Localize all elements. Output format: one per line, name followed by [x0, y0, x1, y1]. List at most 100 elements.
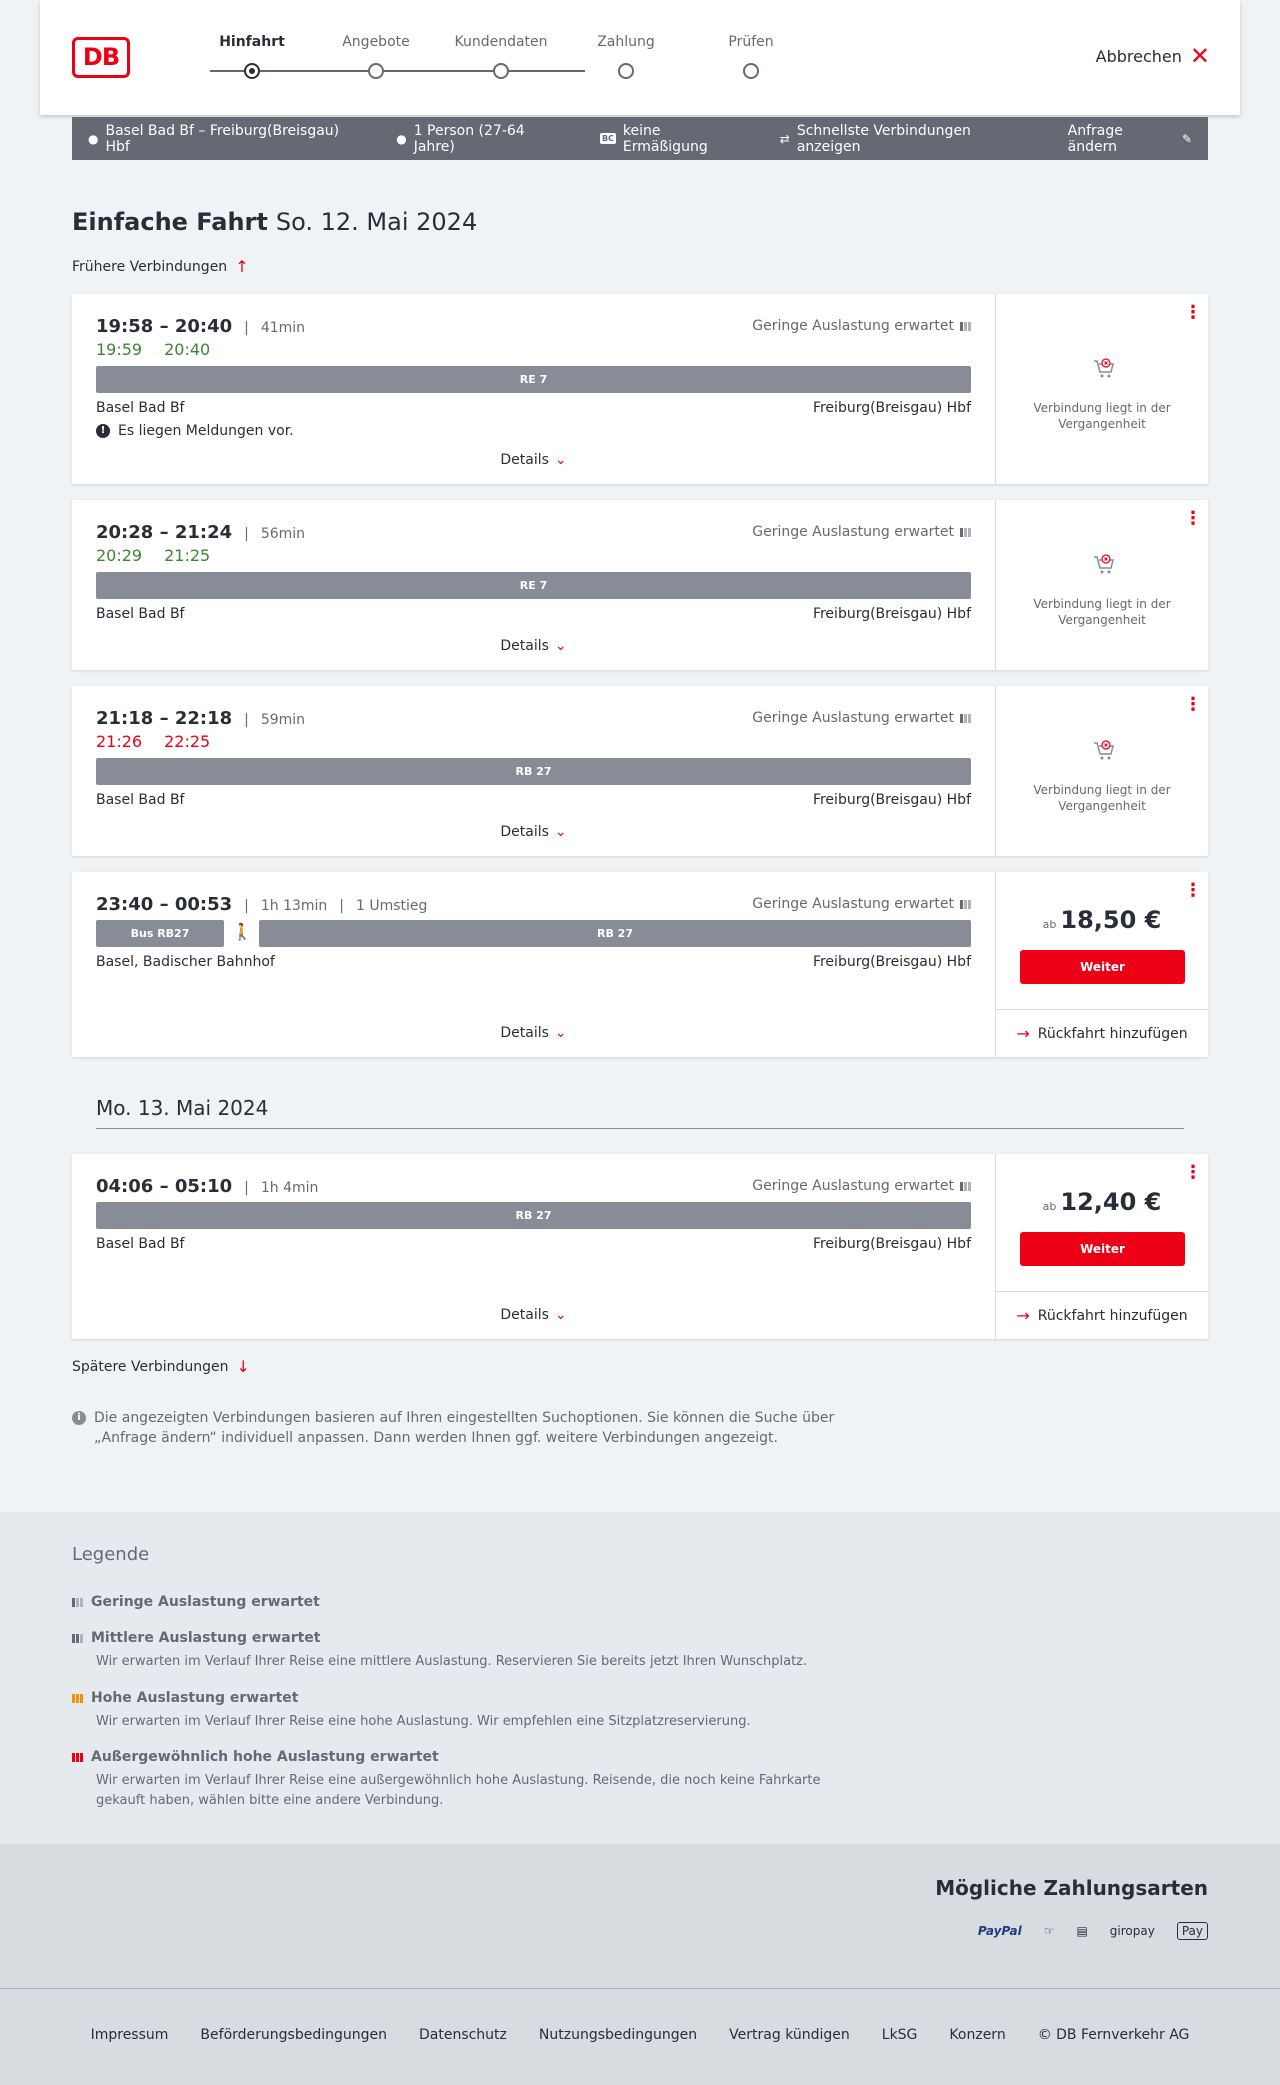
- payment-methods-title: Mögliche Zahlungsarten: [935, 1876, 1208, 1900]
- connection-card[interactable]: 19:58 – 20:40 | 41min 19:59 20:40 Gering…: [72, 294, 1208, 484]
- details-toggle[interactable]: Details ⌄: [72, 452, 995, 468]
- duration: 56min: [260, 526, 306, 542]
- later-connections-link[interactable]: Spätere Verbindungen ↓: [72, 1357, 250, 1376]
- legend-section: Legende Geringe Auslastung erwartet Mitt…: [0, 1512, 1280, 1844]
- continue-button[interactable]: Weiter: [1020, 950, 1185, 984]
- occupancy-text: Geringe Auslastung erwartet: [752, 1178, 954, 1194]
- bus-segment-bar[interactable]: Bus RB27: [96, 920, 224, 947]
- details-label: Details: [500, 638, 549, 654]
- past-connection-text: Verbindung liegt in der Vergangenheit: [1033, 401, 1171, 431]
- legend-item-title: Geringe Auslastung erwartet: [91, 1594, 320, 1610]
- realtime-arrival: 20:40: [164, 340, 211, 359]
- step-angebote: Angebote: [311, 34, 441, 79]
- paypal-icon: PayPal: [977, 1924, 1022, 1938]
- realtime-departure: 19:59: [96, 340, 143, 359]
- more-options-icon[interactable]: ⋮: [1184, 1164, 1202, 1182]
- occupancy-low-icon: [960, 321, 971, 331]
- occupancy-text: Geringe Auslastung erwartet: [752, 896, 954, 912]
- occupancy-low-icon: [960, 899, 971, 909]
- step-kundendaten: Kundendaten: [436, 34, 566, 79]
- transfers: 1 Umstieg: [356, 898, 428, 914]
- legend-item-title: Mittlere Auslastung erwartet: [91, 1630, 321, 1646]
- copyright: © DB Fernverkehr AG: [1037, 2027, 1190, 2043]
- payment-methods-section: Mögliche Zahlungsarten PayPal ☞ ▤ giropa…: [0, 1844, 1280, 1988]
- destination-station: Freiburg(Breisgau) Hbf: [812, 606, 971, 622]
- more-options-icon[interactable]: ⋮: [1184, 510, 1202, 528]
- connection-card[interactable]: 21:18 – 22:18 | 59min 21:26 22:25 Gering…: [72, 686, 1208, 856]
- planned-times: 23:40 – 00:53: [96, 894, 233, 915]
- origin-station: Basel Bad Bf: [96, 400, 185, 416]
- train-segment-bar[interactable]: RB 27: [96, 758, 971, 785]
- price: ab 18,50 €: [996, 906, 1208, 934]
- connection-card[interactable]: 23:40 – 00:53 | 1h 13min | 1 Umstieg Ger…: [72, 872, 1208, 1057]
- progress-steps: Hinfahrt Angebote Kundendaten Zahlung Pr…: [170, 0, 774, 115]
- step-zahlung: Zahlung: [561, 34, 691, 79]
- add-return-trip-button[interactable]: → Rückfahrt hinzufügen: [996, 1291, 1208, 1339]
- connection-times: 19:58 – 20:40 | 41min: [96, 316, 306, 337]
- connection-times: 20:28 – 21:24 | 56min: [96, 522, 306, 543]
- notice-text: Es liegen Meldungen vor.: [118, 423, 294, 439]
- origin-station: Basel Bad Bf: [96, 606, 185, 622]
- step-label: Kundendaten: [454, 34, 548, 50]
- occupancy-indicator: Geringe Auslastung erwartet: [752, 896, 971, 912]
- more-options-icon[interactable]: ⋮: [1184, 882, 1202, 900]
- chevron-down-icon: ⌄: [554, 1307, 567, 1323]
- legend-item: Mittlere Auslastung erwartet Wir erwarte…: [72, 1630, 872, 1672]
- occupancy-medium-icon: [72, 1633, 83, 1643]
- more-options-icon[interactable]: ⋮: [1184, 696, 1202, 714]
- footer-link-nutzungsbedingungen[interactable]: Nutzungsbedingungen: [539, 2027, 697, 2043]
- search-info-note: i Die angezeigten Verbindungen basieren …: [72, 1408, 852, 1448]
- search-summary-bar: ● Basel Bad Bf – Freiburg(Breisgau) Hbf …: [72, 117, 1208, 160]
- step-dot: [743, 63, 759, 79]
- more-options-icon[interactable]: ⋮: [1184, 304, 1202, 322]
- footer-link-befoerderungsbedingungen[interactable]: Beförderungsbedingungen: [200, 2027, 387, 2043]
- past-connection-text: Verbindung liegt in der Vergangenheit: [1033, 597, 1171, 627]
- route-summary: ● Basel Bad Bf – Freiburg(Breisgau) Hbf: [88, 123, 364, 155]
- route-text: Basel Bad Bf – Freiburg(Breisgau) Hbf: [105, 122, 340, 155]
- footer-link-datenschutz[interactable]: Datenschutz: [419, 2027, 507, 2043]
- occupancy-text: Geringe Auslastung erwartet: [752, 524, 954, 540]
- discount-text: keine Ermäßigung: [622, 122, 708, 155]
- train-segment-bar[interactable]: RB 27: [259, 920, 971, 947]
- origin-station: Basel Bad Bf: [96, 1236, 185, 1252]
- footer-link-vertrag-kuendigen[interactable]: Vertrag kündigen: [729, 2027, 850, 2043]
- step-label: Prüfen: [728, 34, 774, 50]
- train-segment-bar[interactable]: RB 27: [96, 1202, 971, 1229]
- details-toggle[interactable]: Details ⌄: [72, 824, 995, 840]
- cancel-button[interactable]: Abbrechen ✕: [1096, 42, 1210, 70]
- past-connection-text: Verbindung liegt in der Vergangenheit: [1033, 783, 1171, 813]
- legend-item-desc: Wir erwarten im Verlauf Ihrer Reise eine…: [96, 1773, 821, 1808]
- duration: 1h 4min: [260, 1180, 319, 1196]
- discount-summary: BC keine Ermäßigung: [599, 122, 748, 155]
- duration: 59min: [260, 712, 306, 728]
- train-segment-bar[interactable]: RE 7: [96, 572, 971, 599]
- footer-link-konzern[interactable]: Konzern: [949, 2027, 1005, 2043]
- earlier-label: Frühere Verbindungen: [72, 258, 228, 275]
- price-prefix: ab: [1042, 1200, 1057, 1213]
- continue-button[interactable]: Weiter: [1020, 1232, 1185, 1266]
- change-request-label: Anfrage ändern: [1067, 122, 1123, 155]
- connection-card[interactable]: 20:28 – 21:24 | 56min 20:29 21:25 Gering…: [72, 500, 1208, 670]
- destination-station: Freiburg(Breisgau) Hbf: [812, 792, 971, 808]
- train-segment-bar[interactable]: RE 7: [96, 366, 971, 393]
- footer-link-impressum[interactable]: Impressum: [91, 2027, 169, 2043]
- occupancy-low-icon: [960, 1181, 971, 1191]
- location-pin-icon: ●: [88, 131, 99, 146]
- step-hinfahrt[interactable]: Hinfahrt: [187, 34, 317, 79]
- details-toggle[interactable]: Details ⌄: [72, 638, 995, 654]
- close-icon: ✕: [1189, 42, 1210, 70]
- db-logo[interactable]: DB: [72, 37, 130, 78]
- connection-card[interactable]: 04:06 – 05:10 | 1h 4min Geringe Auslastu…: [72, 1154, 1208, 1339]
- passenger-text: 1 Person (27-64 Jahre): [413, 122, 525, 155]
- occupancy-extreme-icon: [72, 1752, 83, 1762]
- apple-pay-icon: Pay: [1176, 1922, 1208, 1940]
- details-toggle[interactable]: Details ⌄: [72, 1025, 995, 1041]
- add-return-trip-button[interactable]: → Rückfahrt hinzufügen: [996, 1009, 1208, 1057]
- occupancy-text: Geringe Auslastung erwartet: [752, 318, 954, 334]
- top-bar: DB Hinfahrt Angebote Kundendaten Zahlung…: [40, 0, 1240, 115]
- earlier-connections-link[interactable]: Frühere Verbindungen ↑: [72, 257, 249, 276]
- change-request-button[interactable]: Anfrage ändern ✎: [1068, 123, 1192, 155]
- footer-link-lksg[interactable]: LkSG: [882, 2027, 918, 2043]
- connection-times: 21:18 – 22:18 | 59min: [96, 708, 306, 729]
- details-toggle[interactable]: Details ⌄: [72, 1307, 995, 1323]
